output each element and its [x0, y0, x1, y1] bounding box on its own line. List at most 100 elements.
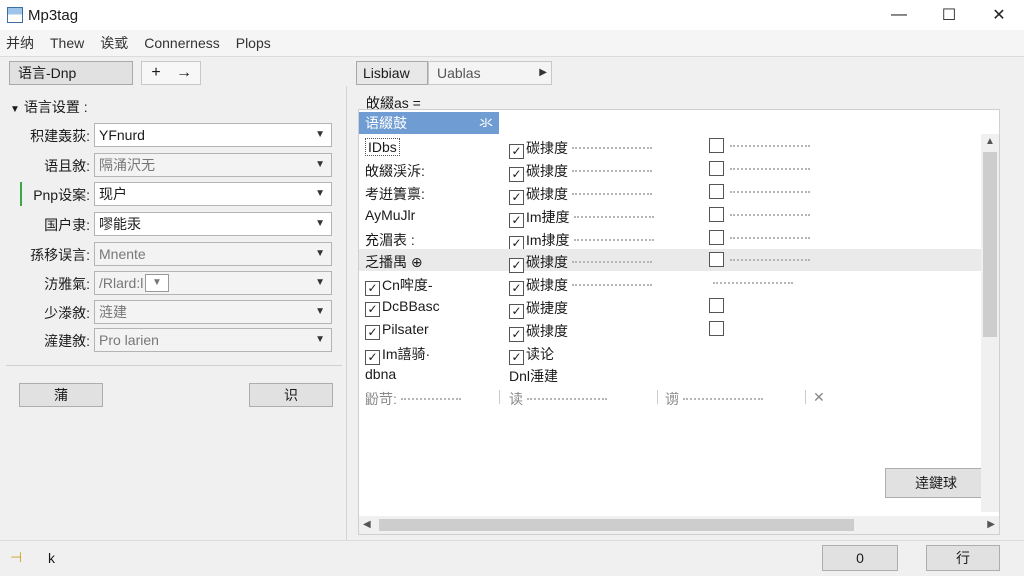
minimize-button[interactable]: — — [874, 0, 924, 30]
dotted-leader — [730, 145, 810, 147]
apply-button[interactable]: 逹鍵球 — [885, 468, 987, 498]
menu-item-5[interactable]: Plops — [236, 35, 271, 51]
checkbox[interactable] — [709, 298, 724, 313]
panel-splitter[interactable] — [346, 86, 347, 540]
footer-close-icon[interactable]: ✕ — [813, 389, 825, 406]
form-label: 语且敘: — [44, 158, 90, 174]
checkbox[interactable] — [709, 321, 724, 336]
inline-dropdown-button[interactable]: ▼ — [145, 274, 169, 292]
right-action-button[interactable]: 识 — [249, 383, 333, 407]
collapse-triangle-icon[interactable]: ▼ — [10, 104, 20, 115]
checkbox[interactable]: ✓ — [509, 327, 524, 342]
checkbox[interactable]: ✓ — [509, 281, 524, 296]
table-row[interactable]: ✓ Im譆骑· ✓ 读论 — [359, 341, 999, 365]
tab-library[interactable]: Lisbiaw — [356, 61, 428, 85]
field-option: Im捷度 — [526, 209, 570, 225]
table-row[interactable]: AyMuJlr ✓ Im捷度 — [359, 204, 999, 228]
checkbox[interactable]: ✓ — [509, 304, 524, 319]
checkbox[interactable]: ✓ — [365, 302, 380, 317]
field-name: 充湄表 : — [365, 232, 415, 248]
chevron-down-icon: ▼ — [315, 129, 325, 140]
grid-header[interactable]: 语綴鼓 氺 — [359, 112, 499, 134]
horizontal-scrollbar[interactable]: ◀ ▶ — [359, 516, 999, 534]
library-panel: Lisbiaw Uablas ▶ 敀綴as = 语綴鼓氺 IDbs ✓ 碳捸度 敀綴… — [354, 57, 1024, 540]
table-row[interactable]: 考逬簀禀: ✓ 碳捸度 — [359, 181, 999, 205]
form-row: Pnp设案: 现户 ▼ — [0, 182, 346, 206]
form-dropdown[interactable]: 嘐能汞 ▼ — [94, 212, 332, 236]
dotted-leader — [573, 216, 654, 218]
table-row[interactable]: ✓ Pilsater ✓ 碳捸度 — [359, 318, 999, 342]
chevron-down-icon: ▼ — [315, 334, 325, 345]
checkbox[interactable] — [709, 252, 724, 267]
maximize-button[interactable]: ☐ — [924, 0, 974, 30]
checkbox[interactable]: ✓ — [509, 167, 524, 182]
checkbox[interactable]: ✓ — [365, 325, 380, 340]
dotted-leader — [683, 398, 763, 400]
table-row[interactable]: 乏播禺 ⊕ ✓ 碳捸度 — [359, 249, 999, 273]
vertical-scrollbar[interactable]: ▲ — [981, 134, 999, 512]
tab-language[interactable]: 语言-Dnp — [9, 61, 133, 85]
chevron-right-icon: ▶ — [539, 67, 547, 78]
menu-item-2[interactable]: Thew — [50, 35, 84, 51]
active-indicator — [20, 182, 22, 206]
checkbox[interactable] — [709, 138, 724, 153]
ok-button[interactable]: 0 — [822, 545, 898, 571]
header-close-icon[interactable]: 氺 — [479, 112, 493, 134]
checkbox[interactable]: ✓ — [509, 190, 524, 205]
menu-item-1[interactable]: 并纳 — [6, 33, 34, 53]
nav-arrows: + → — [141, 61, 201, 85]
form-dropdown[interactable]: 涟建 ▼ — [94, 300, 332, 324]
table-row[interactable]: IDbs ✓ 碳捸度 — [359, 135, 999, 159]
checkbox[interactable]: ✓ — [365, 281, 380, 296]
checkbox[interactable]: ✓ — [509, 258, 524, 273]
checkbox[interactable] — [709, 230, 724, 245]
chevron-down-icon: ▼ — [315, 277, 325, 288]
section-title[interactable]: ▼ 语言设置 : — [10, 97, 88, 117]
left-action-button[interactable]: 蒲 — [19, 383, 103, 407]
form-dropdown[interactable]: 隔涌沢无 ▼ — [94, 153, 332, 177]
table-row[interactable]: ✓ Cn哰度- ✓ 碳捸度 — [359, 272, 999, 296]
checkbox[interactable] — [709, 184, 724, 199]
table-row[interactable]: 敀綴渓泝: ✓ 碳捸度 — [359, 158, 999, 182]
language-settings-panel: 语言-Dnp + → ▼ 语言设置 : 积建轰荻: YFnurd ▼ 语且敘: 隔涌… — [0, 57, 346, 540]
dotted-leader — [400, 398, 461, 400]
footer-cell: 读 — [509, 391, 523, 407]
form-dropdown[interactable]: /Rlard:l ▼ ▼ — [94, 271, 332, 295]
field-name: Im譆骑· — [382, 346, 431, 362]
form-dropdown[interactable]: 现户 ▼ — [94, 182, 332, 206]
table-row[interactable]: dbna Dnl涶建 — [359, 363, 999, 385]
close-button[interactable]: ✕ — [974, 0, 1024, 30]
form-label: 少漛敘: — [44, 305, 90, 321]
tab-tables[interactable]: Uablas ▶ — [428, 61, 552, 85]
checkbox[interactable]: ✓ — [509, 213, 524, 228]
nav-forward-button[interactable]: → — [172, 61, 196, 85]
dropdown-value: YFnurd — [99, 127, 145, 143]
title-bar: Mp3tag — ☐ ✕ — [0, 0, 1024, 30]
menu-item-3[interactable]: 诶㦶 — [100, 33, 128, 53]
footer-label: 鼢苛: — [365, 391, 397, 407]
section-title-text: 语言设置 : — [23, 99, 88, 115]
scroll-thumb[interactable] — [379, 519, 854, 531]
dotted-leader — [572, 170, 652, 172]
checkbox[interactable]: ✓ — [509, 144, 524, 159]
field-name: 乏播禺 ⊕ — [365, 254, 423, 270]
scroll-thumb[interactable] — [983, 152, 997, 337]
scroll-left-icon[interactable]: ◀ — [363, 519, 371, 530]
table-row[interactable]: 充湄表 : ✓ Im捸度 — [359, 227, 999, 251]
checkbox[interactable] — [709, 207, 724, 222]
form-row: 国户隶: 嘐能汞 ▼ — [0, 212, 346, 236]
form-dropdown[interactable]: YFnurd ▼ — [94, 123, 332, 147]
dropdown-value: 嘐能汞 — [99, 216, 141, 232]
dropdown-value: Pro larien — [99, 332, 159, 348]
scroll-up-icon[interactable]: ▲ — [985, 136, 995, 147]
menu-item-4[interactable]: Connerness — [144, 35, 220, 51]
run-button[interactable]: 行 — [926, 545, 1000, 571]
scroll-right-icon[interactable]: ▶ — [987, 519, 995, 530]
form-dropdown[interactable]: Pro larien ▼ — [94, 328, 332, 352]
table-row[interactable]: ✓ DcBBasc ✓ 碳捷度 — [359, 295, 999, 319]
field-name: DcBBasc — [382, 298, 440, 314]
nav-back-button[interactable]: + — [144, 61, 168, 85]
form-row: 语且敘: 隔涌沢无 ▼ — [0, 153, 346, 177]
checkbox[interactable] — [709, 161, 724, 176]
form-dropdown[interactable]: Mnente ▼ — [94, 242, 332, 266]
